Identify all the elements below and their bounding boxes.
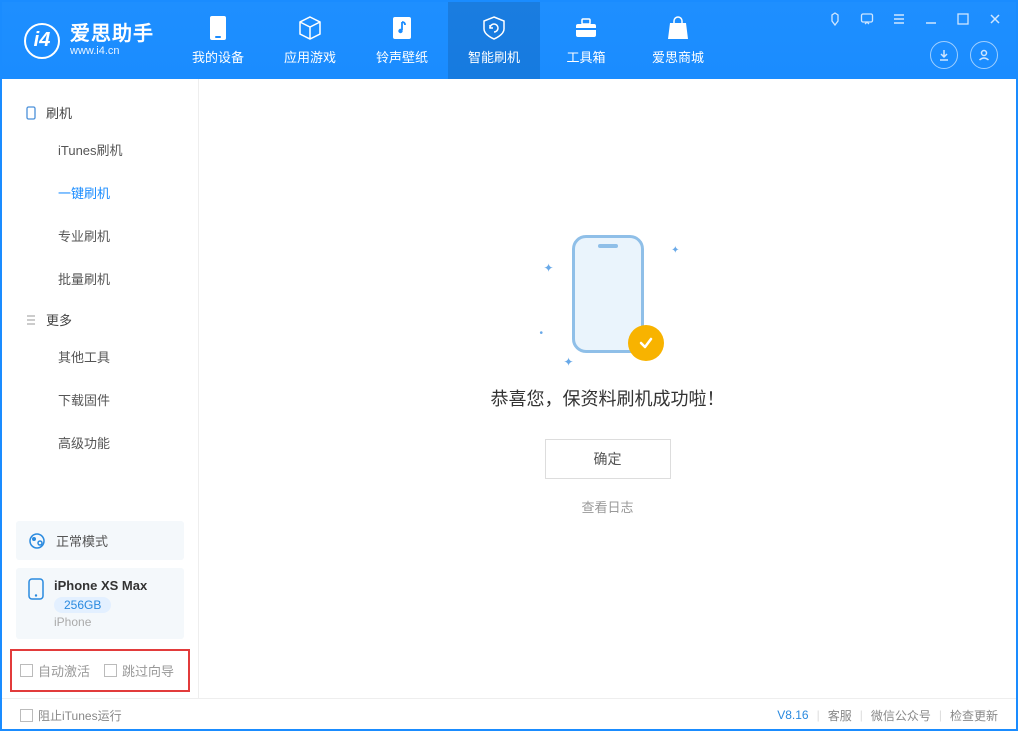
theme-icon[interactable] bbox=[824, 10, 846, 28]
wechat-link[interactable]: 微信公众号 bbox=[871, 707, 931, 724]
tab-label: 应用游戏 bbox=[284, 47, 336, 66]
logo-icon: i4 bbox=[24, 23, 60, 59]
list-icon bbox=[24, 313, 38, 327]
device-mode-box[interactable]: 正常模式 bbox=[16, 521, 184, 560]
logo[interactable]: i4 爱思助手 www.i4.cn bbox=[2, 23, 172, 59]
block-itunes-checkbox[interactable]: 阻止iTunes运行 bbox=[20, 707, 122, 724]
success-illustration: ✦✦ •✦ bbox=[528, 231, 688, 361]
success-message: 恭喜您，保资料刷机成功啦！ bbox=[491, 385, 725, 411]
phone-icon bbox=[28, 578, 44, 600]
tab-label: 铃声壁纸 bbox=[376, 47, 428, 66]
phone-icon bbox=[205, 15, 231, 41]
tab-ringtones[interactable]: 铃声壁纸 bbox=[356, 2, 448, 79]
tab-apps[interactable]: 应用游戏 bbox=[264, 2, 356, 79]
tab-flash[interactable]: 智能刷机 bbox=[448, 2, 540, 79]
sidebar-item-itunes-flash[interactable]: iTunes刷机 bbox=[2, 128, 198, 171]
window-controls bbox=[824, 10, 1006, 28]
tab-toolbox[interactable]: 工具箱 bbox=[540, 2, 632, 79]
skip-guide-checkbox[interactable]: 跳过向导 bbox=[104, 661, 174, 680]
music-icon bbox=[389, 15, 415, 41]
bag-icon bbox=[665, 15, 691, 41]
device-icon bbox=[24, 106, 38, 120]
footer: 阻止iTunes运行 V8.16 | 客服 | 微信公众号 | 检查更新 bbox=[2, 698, 1016, 731]
check-update-link[interactable]: 检查更新 bbox=[950, 707, 998, 724]
nav-tabs: 我的设备 应用游戏 铃声壁纸 智能刷机 工具箱 爱思商城 bbox=[172, 2, 724, 79]
version-label: V8.16 bbox=[777, 708, 808, 722]
menu-icon[interactable] bbox=[888, 10, 910, 28]
device-name: iPhone XS Max bbox=[54, 578, 147, 593]
sidebar-group-flash: 刷机 bbox=[2, 93, 198, 128]
main-content: ✦✦ •✦ 恭喜您，保资料刷机成功啦！ 确定 查看日志 bbox=[199, 79, 1016, 698]
close-button[interactable] bbox=[984, 10, 1006, 28]
maximize-button[interactable] bbox=[952, 10, 974, 28]
ok-button[interactable]: 确定 bbox=[545, 439, 671, 479]
device-type: iPhone bbox=[54, 615, 147, 629]
tab-my-device[interactable]: 我的设备 bbox=[172, 2, 264, 79]
tab-label: 爱思商城 bbox=[652, 47, 704, 66]
check-label: 跳过向导 bbox=[122, 661, 174, 680]
sidebar-item-other-tools[interactable]: 其他工具 bbox=[2, 335, 198, 378]
tab-store[interactable]: 爱思商城 bbox=[632, 2, 724, 79]
tab-label: 工具箱 bbox=[566, 47, 605, 66]
refresh-shield-icon bbox=[481, 15, 507, 41]
sidebar-item-batch-flash[interactable]: 批量刷机 bbox=[2, 257, 198, 300]
sidebar: 刷机 iTunes刷机 一键刷机 专业刷机 批量刷机 更多 其他工具 下载固件 … bbox=[2, 79, 199, 698]
sidebar-item-oneclick-flash[interactable]: 一键刷机 bbox=[2, 171, 198, 214]
tab-label: 智能刷机 bbox=[468, 47, 520, 66]
support-link[interactable]: 客服 bbox=[828, 707, 852, 724]
group-label: 更多 bbox=[46, 310, 72, 329]
app-title: 爱思助手 bbox=[70, 23, 154, 45]
sidebar-item-advanced[interactable]: 高级功能 bbox=[2, 421, 198, 464]
check-label: 阻止iTunes运行 bbox=[38, 707, 122, 724]
auto-activate-checkbox[interactable]: 自动激活 bbox=[20, 661, 90, 680]
titlebar: i4 爱思助手 www.i4.cn 我的设备 应用游戏 铃声壁纸 智能刷机 工具… bbox=[2, 2, 1016, 79]
device-info-box[interactable]: iPhone XS Max 256GB iPhone bbox=[16, 568, 184, 639]
group-label: 刷机 bbox=[46, 103, 72, 122]
tab-label: 我的设备 bbox=[192, 47, 244, 66]
check-badge-icon bbox=[628, 325, 664, 361]
device-storage: 256GB bbox=[54, 597, 111, 613]
highlighted-options: 自动激活 跳过向导 bbox=[10, 649, 190, 692]
check-label: 自动激活 bbox=[38, 661, 90, 680]
feedback-icon[interactable] bbox=[856, 10, 878, 28]
app-subtitle: www.i4.cn bbox=[70, 45, 154, 57]
user-button[interactable] bbox=[970, 41, 998, 69]
sidebar-item-download-fw[interactable]: 下载固件 bbox=[2, 378, 198, 421]
sidebar-item-pro-flash[interactable]: 专业刷机 bbox=[2, 214, 198, 257]
sidebar-group-more: 更多 bbox=[2, 300, 198, 335]
minimize-button[interactable] bbox=[920, 10, 942, 28]
download-button[interactable] bbox=[930, 41, 958, 69]
cube-icon bbox=[297, 15, 323, 41]
mode-icon bbox=[28, 532, 46, 550]
mode-label: 正常模式 bbox=[56, 531, 108, 550]
toolbox-icon bbox=[573, 15, 599, 41]
view-log-link[interactable]: 查看日志 bbox=[581, 497, 633, 516]
